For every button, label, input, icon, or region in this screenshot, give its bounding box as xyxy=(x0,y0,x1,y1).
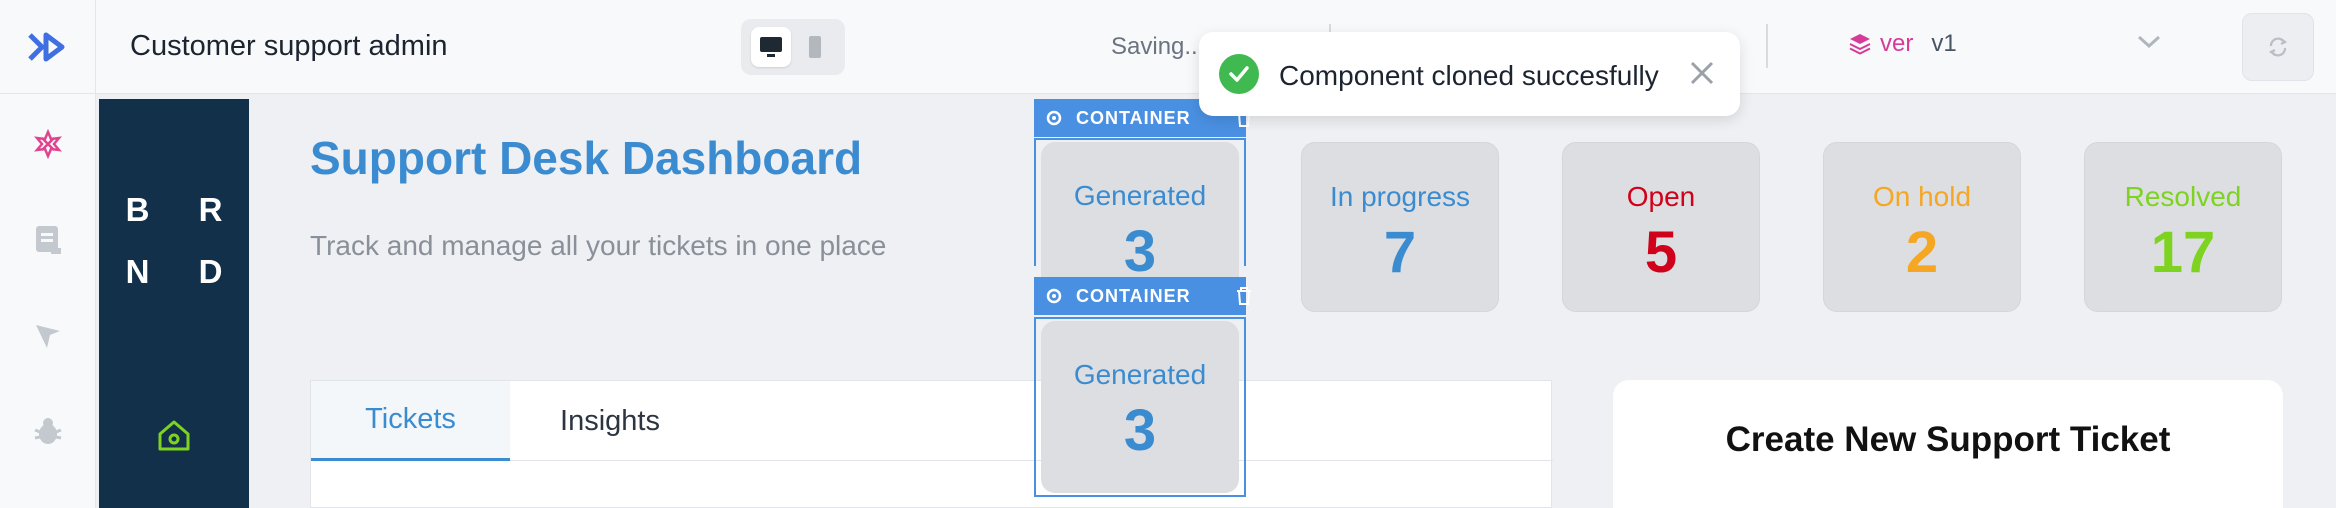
brand-column: B R N D xyxy=(99,99,249,508)
stat-value: 7 xyxy=(1383,220,1417,285)
brand-line-1: B R xyxy=(125,191,243,228)
bug-icon xyxy=(34,418,62,444)
device-toggle xyxy=(741,19,845,75)
plugin-icon xyxy=(34,129,62,159)
desktop-view-button[interactable] xyxy=(751,27,791,67)
stat-value: 17 xyxy=(2150,220,2216,285)
create-ticket-title: Create New Support Ticket xyxy=(1725,420,2171,459)
megaphone-icon xyxy=(36,325,60,348)
container-delete-button[interactable] xyxy=(1235,286,1253,306)
toast-close-button[interactable] xyxy=(1685,56,1719,90)
home-icon xyxy=(158,420,190,451)
page-title: Support Desk Dashboard xyxy=(310,132,863,184)
toast-status-badge xyxy=(1219,54,1259,94)
app-logo[interactable] xyxy=(0,0,96,94)
stat-card-generated-clone[interactable]: Generated 3 xyxy=(1041,321,1239,493)
header-divider xyxy=(1766,24,1768,68)
top-bar: Customer support admin Saving... ver v1 xyxy=(0,0,2336,94)
page-subtitle: Track and manage all your tickets in one… xyxy=(310,230,887,261)
mobile-icon xyxy=(809,36,821,58)
container-toolbar: CONTAINER xyxy=(1034,277,1251,315)
toast-message: Component cloned succesfully xyxy=(1279,60,1659,91)
stat-card-in-progress[interactable]: In progress 7 xyxy=(1301,142,1499,312)
success-toast: Component cloned succesfully xyxy=(1199,32,1740,116)
stat-label: Generated xyxy=(1073,180,1207,211)
app-title[interactable]: Customer support admin xyxy=(130,30,448,63)
stat-card-open[interactable]: Open 5 xyxy=(1562,142,1760,312)
home-nav-button[interactable] xyxy=(156,417,192,458)
mobile-view-button[interactable] xyxy=(795,27,835,67)
trash-icon xyxy=(1236,287,1251,305)
stat-value: 3 xyxy=(1123,398,1157,463)
stat-label: Open xyxy=(1626,181,1696,212)
saving-status: Saving... xyxy=(1111,33,1205,60)
brand-line-2: N D xyxy=(125,253,243,290)
check-icon xyxy=(1229,66,1249,82)
layers-icon xyxy=(1849,34,1871,55)
version-dropdown-toggle[interactable] xyxy=(2136,34,2162,55)
close-icon xyxy=(1690,61,1714,85)
stat-card-resolved[interactable]: Resolved 17 xyxy=(2084,142,2282,312)
stat-value: 2 xyxy=(1905,220,1939,285)
sidebar-item-debugger[interactable] xyxy=(28,412,68,452)
stat-label: Generated xyxy=(1073,359,1207,390)
app-canvas: B R N D Support Desk Dashboard Track and… xyxy=(99,99,2336,508)
container-tag-label: CONTAINER xyxy=(1076,285,1191,306)
page-icon xyxy=(36,226,61,254)
stat-label: On hold xyxy=(1872,181,1972,212)
sidebar-item-events[interactable] xyxy=(28,316,68,356)
brand-logo-text: B R N D xyxy=(99,179,249,303)
version-label: ver xyxy=(1880,30,1914,57)
container-tag-label: CONTAINER xyxy=(1076,107,1191,128)
desktop-icon xyxy=(760,37,782,57)
stat-value: 5 xyxy=(1644,220,1678,285)
container-settings-button[interactable] xyxy=(1044,108,1064,128)
tickets-panel: Tickets Insights xyxy=(310,380,1553,508)
tab-tickets[interactable]: Tickets xyxy=(311,381,510,461)
sync-button[interactable] xyxy=(2242,13,2314,81)
sidebar-item-plugins[interactable] xyxy=(28,124,68,164)
gear-icon xyxy=(1046,288,1062,304)
version-selector[interactable]: ver v1 xyxy=(1848,30,1957,58)
version-value: v1 xyxy=(1931,30,1957,57)
gear-icon xyxy=(1046,110,1062,126)
container-settings-button[interactable] xyxy=(1044,286,1064,306)
sync-icon xyxy=(2268,37,2288,57)
left-sidebar xyxy=(0,94,96,508)
stat-label: In progress xyxy=(1329,181,1471,212)
stat-value: 3 xyxy=(1123,219,1157,284)
chevrons-right-icon xyxy=(27,32,64,62)
tab-insights[interactable]: Insights xyxy=(510,381,710,461)
stat-label: Resolved xyxy=(2124,181,2242,212)
sidebar-item-pages[interactable] xyxy=(28,220,68,260)
tab-bar: Tickets Insights xyxy=(311,381,1553,461)
chevron-down-icon xyxy=(2137,35,2161,49)
create-ticket-panel: Create New Support Ticket xyxy=(1613,380,2283,508)
stat-card-on-hold[interactable]: On hold 2 xyxy=(1823,142,2021,312)
